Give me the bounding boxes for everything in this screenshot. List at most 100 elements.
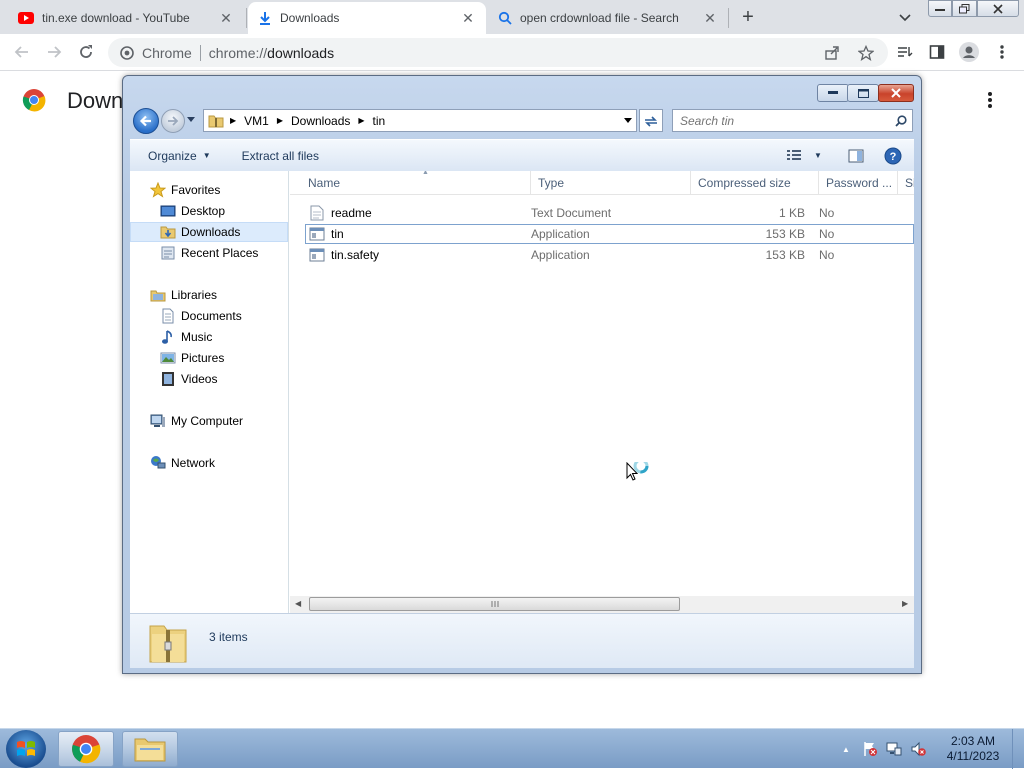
scroll-left-icon[interactable]: ◀ <box>295 599 301 608</box>
avatar-icon <box>959 42 979 62</box>
nav-pictures[interactable]: Pictures <box>130 348 288 368</box>
extract-all-files-button[interactable]: Extract all files <box>242 149 319 163</box>
close-tab-icon[interactable]: ✕ <box>702 10 718 26</box>
kebab-menu-icon <box>1000 45 1004 59</box>
organize-button[interactable]: Organize ▼ <box>148 149 211 163</box>
search-icon[interactable] <box>895 115 907 127</box>
tab-search[interactable]: open crdownload file - Search ✕ <box>488 2 728 34</box>
nav-network[interactable]: Network <box>130 453 288 473</box>
scrollbar-thumb[interactable] <box>309 597 680 611</box>
reload-button[interactable] <box>74 40 98 64</box>
explorer-address-bar[interactable]: ▶ VM1 ▶ Downloads ▶ tin <box>203 109 637 132</box>
explorer-close-button[interactable] <box>878 84 914 102</box>
new-tab-button[interactable]: + <box>736 6 760 30</box>
breadcrumb-vm1[interactable]: VM1 <box>244 114 269 128</box>
breadcrumb-separator-icon[interactable]: ▶ <box>277 116 283 125</box>
explorer-body: Favorites Desktop Downloads Recent Place… <box>130 171 914 613</box>
explorer-minimize-button[interactable] <box>817 84 849 102</box>
search-input[interactable] <box>680 113 880 128</box>
explorer-maximize-button[interactable] <box>847 84 879 102</box>
action-center-flag-icon[interactable] <box>862 741 878 757</box>
restore-button[interactable] <box>952 0 977 17</box>
nav-desktop[interactable]: Desktop <box>130 201 288 221</box>
taskbar-explorer-button[interactable] <box>122 731 178 767</box>
file-row-tin[interactable]: tin Application 153 KB No <box>305 224 914 244</box>
column-header-compressed-size[interactable]: Compressed size <box>691 171 819 195</box>
column-header-type[interactable]: Type <box>531 171 691 195</box>
nav-favorites[interactable]: Favorites <box>130 180 288 200</box>
clock[interactable]: 2:03 AM 4/11/2023 <box>940 734 1006 764</box>
file-row-readme[interactable]: readme Text Document 1 KB No <box>305 203 914 223</box>
column-header-name[interactable]: Name ▲ <box>301 171 531 195</box>
explorer-forward-button[interactable] <box>161 109 185 133</box>
profile-button[interactable] <box>957 40 981 64</box>
nav-documents[interactable]: Documents <box>130 306 288 326</box>
reload-icon <box>80 45 92 58</box>
close-tab-icon[interactable]: ✕ <box>460 10 476 26</box>
share-icon[interactable] <box>824 45 840 61</box>
bookmark-star-icon[interactable] <box>858 44 874 61</box>
explorer-back-button[interactable] <box>133 108 159 134</box>
nav-videos[interactable]: Videos <box>130 369 288 389</box>
file-password-cell: No <box>819 227 835 241</box>
nav-recent-places[interactable]: Recent Places <box>130 243 288 263</box>
taskbar-chrome-button[interactable] <box>58 731 114 767</box>
details-pane: 3 items <box>130 613 914 668</box>
minimize-button[interactable] <box>928 0 952 17</box>
file-row-tin-safety[interactable]: tin.safety Application 153 KB No <box>305 245 914 265</box>
file-list: Name ▲ Type Compressed size Password ... … <box>290 171 914 613</box>
tab-downloads[interactable]: Downloads ✕ <box>248 2 486 34</box>
scroll-right-icon[interactable]: ▶ <box>902 599 908 608</box>
view-list-icon <box>787 150 801 160</box>
reading-list-button[interactable] <box>893 40 917 64</box>
show-desktop-button[interactable] <box>1012 729 1024 769</box>
explorer-search-box[interactable] <box>672 109 913 132</box>
close-button[interactable] <box>977 0 1019 17</box>
chevron-down-icon: ▼ <box>814 150 822 160</box>
horizontal-scrollbar[interactable]: ◀ ▶ <box>290 596 914 613</box>
forward-button[interactable] <box>42 40 66 64</box>
show-hidden-icons-icon[interactable]: ▲ <box>842 745 850 754</box>
back-button[interactable] <box>10 40 34 64</box>
file-name-cell: readme <box>309 203 372 223</box>
clock-date: 4/11/2023 <box>946 749 1000 763</box>
address-bar[interactable]: Chrome chrome://downloads <box>108 38 888 67</box>
breadcrumb-separator-icon[interactable]: ▶ <box>230 116 236 125</box>
nav-music[interactable]: Music <box>130 327 288 347</box>
more-actions-icon[interactable] <box>982 90 998 110</box>
grip-icon <box>491 601 498 607</box>
column-header-size[interactable]: Si <box>898 171 914 195</box>
refresh-arrows-icon <box>645 115 657 127</box>
file-name-cell: tin <box>309 224 344 244</box>
close-tab-icon[interactable]: ✕ <box>218 10 234 26</box>
nav-my-computer[interactable]: My Computer <box>130 411 288 431</box>
chrome-menu-button[interactable] <box>990 40 1014 64</box>
explorer-refresh-button[interactable] <box>639 109 663 132</box>
nav-downloads[interactable]: Downloads <box>130 222 288 242</box>
url-text: chrome://downloads <box>208 44 335 61</box>
start-button[interactable] <box>6 730 46 768</box>
breadcrumb-tin[interactable]: tin <box>373 114 386 128</box>
address-dropdown-icon[interactable] <box>624 118 632 124</box>
downloads-folder-icon <box>160 226 176 239</box>
change-view-button[interactable]: ▼ <box>786 148 822 162</box>
network-status-icon[interactable] <box>886 741 902 757</box>
preview-pane-icon[interactable] <box>848 148 864 164</box>
tab-search-chevron-icon[interactable] <box>896 8 914 26</box>
music-note-icon <box>162 330 172 344</box>
column-header-password[interactable]: Password ... <box>819 171 898 195</box>
breadcrumb-separator-icon[interactable]: ▶ <box>358 116 364 125</box>
tab-title: open crdownload file - Search <box>520 11 679 25</box>
file-type-cell: Application <box>531 248 590 262</box>
side-panel-button[interactable] <box>925 40 949 64</box>
system-tray: ▲ <box>842 729 926 769</box>
nav-libraries[interactable]: Libraries <box>130 285 288 305</box>
forward-arrow-icon <box>168 116 179 126</box>
download-icon <box>260 12 270 25</box>
breadcrumb-downloads[interactable]: Downloads <box>291 114 350 128</box>
tab-youtube[interactable]: tin.exe download - YouTube ✕ <box>8 2 244 34</box>
recent-locations-chevron-icon[interactable] <box>187 117 195 123</box>
volume-muted-icon[interactable] <box>910 741 926 757</box>
help-icon[interactable]: ? <box>884 147 902 165</box>
pictures-icon <box>160 352 176 364</box>
